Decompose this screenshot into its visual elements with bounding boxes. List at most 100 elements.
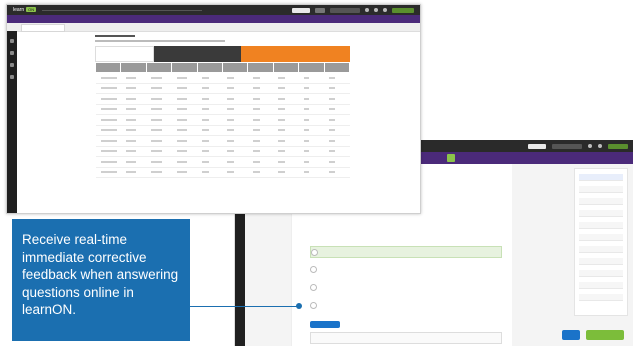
table-cell	[273, 135, 299, 147]
cell-text-placeholder	[252, 139, 260, 142]
cell-text-placeholder	[176, 160, 188, 163]
cell-text-placeholder	[252, 150, 260, 153]
top-bar-pill[interactable]	[292, 7, 310, 13]
table-cell	[247, 114, 274, 126]
table-cell	[171, 167, 198, 178]
submit-button[interactable]	[310, 321, 340, 328]
cell-text-placeholder	[176, 150, 188, 153]
cell-text-placeholder	[227, 108, 235, 111]
sidebar-item[interactable]	[579, 174, 623, 181]
cell-text-placeholder	[176, 129, 188, 132]
results-panel	[94, 35, 351, 178]
sidebar-item[interactable]	[579, 222, 623, 229]
answer-option[interactable]	[310, 264, 500, 274]
table-header-cell	[272, 62, 300, 73]
front-screenshot: learn ON	[6, 4, 421, 214]
back-accent-square	[447, 154, 455, 162]
cell-text-placeholder	[329, 150, 335, 153]
help-icon[interactable]	[374, 8, 378, 12]
table-cell	[324, 135, 350, 147]
table-cell	[222, 146, 248, 157]
cell-text-placeholder	[303, 171, 310, 174]
table-cell	[146, 72, 172, 84]
back-bottom-button[interactable]	[562, 330, 580, 340]
table-cell	[146, 83, 172, 94]
logo-text: learn	[13, 7, 25, 13]
cell-text-placeholder	[252, 108, 260, 111]
table-cell	[247, 125, 274, 136]
notification-icon[interactable]	[365, 8, 369, 12]
cell-text-placeholder	[227, 97, 235, 100]
table-cell	[273, 83, 299, 94]
table-header-cell	[171, 62, 198, 73]
settings-icon[interactable]	[383, 8, 387, 12]
rail-icon[interactable]	[10, 63, 14, 67]
top-bar-pill[interactable]	[315, 7, 325, 13]
cell-text-placeholder	[125, 171, 137, 174]
rail-icon[interactable]	[10, 75, 14, 79]
logo-badge: ON	[26, 7, 37, 12]
cell-text-placeholder	[176, 118, 188, 121]
table-row	[95, 135, 350, 147]
rail-icon[interactable]	[10, 51, 14, 55]
table-cell	[171, 114, 198, 126]
table-row	[95, 104, 350, 115]
cell-text-placeholder	[151, 160, 162, 163]
cell-text-placeholder	[125, 139, 137, 142]
cell-text-placeholder	[303, 118, 310, 121]
sidebar-item[interactable]	[579, 234, 623, 241]
table-cell	[95, 135, 121, 147]
table-cell	[120, 114, 147, 126]
cell-text-placeholder	[303, 76, 310, 79]
cell-text-placeholder	[125, 87, 137, 90]
sidebar-item[interactable]	[579, 198, 623, 205]
sidebar-item[interactable]	[579, 294, 623, 301]
cell-text-placeholder	[176, 139, 188, 142]
sidebar-item[interactable]	[579, 246, 623, 253]
table-cell	[120, 83, 147, 94]
table-cell	[171, 146, 198, 157]
table-cell	[324, 125, 350, 136]
table-cell	[273, 156, 299, 168]
next-button[interactable]	[586, 330, 624, 340]
cell-text-placeholder	[125, 129, 137, 132]
user-menu-button[interactable]	[392, 7, 414, 13]
answer-option[interactable]	[310, 282, 500, 292]
top-bar-pill[interactable]	[330, 7, 360, 13]
table-cell	[95, 156, 121, 168]
table-cell	[146, 146, 172, 157]
sidebar-item[interactable]	[579, 210, 623, 217]
cell-text-placeholder	[125, 160, 137, 163]
table-cell	[324, 72, 350, 84]
cell-text-placeholder	[176, 76, 188, 79]
callout-box: Receive real-time immediate corrective f…	[12, 219, 190, 341]
cell-text-placeholder	[202, 87, 210, 90]
sidebar-item[interactable]	[579, 270, 623, 277]
answer-option-correct[interactable]	[310, 246, 502, 258]
table-cell	[95, 114, 121, 126]
sidebar-item[interactable]	[579, 282, 623, 289]
answer-option[interactable]	[310, 300, 500, 310]
cell-text-placeholder	[151, 129, 162, 132]
cell-text-placeholder	[151, 97, 162, 100]
cell-text-placeholder	[100, 76, 117, 79]
table-cell	[247, 156, 274, 168]
cell-text-placeholder	[329, 76, 335, 79]
cell-text-placeholder	[227, 150, 235, 153]
sidebar-item[interactable]	[579, 186, 623, 193]
rail-icon[interactable]	[10, 39, 14, 43]
table-cell	[197, 156, 223, 168]
table-cell	[120, 72, 147, 84]
tab-active[interactable]	[21, 24, 65, 32]
header-cell-white	[95, 46, 154, 62]
cell-text-placeholder	[278, 150, 286, 153]
cell-text-placeholder	[100, 171, 117, 174]
sidebar-item[interactable]	[579, 258, 623, 265]
cell-text-placeholder	[227, 118, 235, 121]
cell-text-placeholder	[100, 118, 117, 121]
radio-icon	[310, 301, 317, 309]
table-header-cell	[323, 62, 351, 73]
callout-text: Receive real-time immediate corrective f…	[22, 232, 179, 317]
table-cell	[120, 146, 147, 157]
table-cell	[298, 167, 325, 178]
